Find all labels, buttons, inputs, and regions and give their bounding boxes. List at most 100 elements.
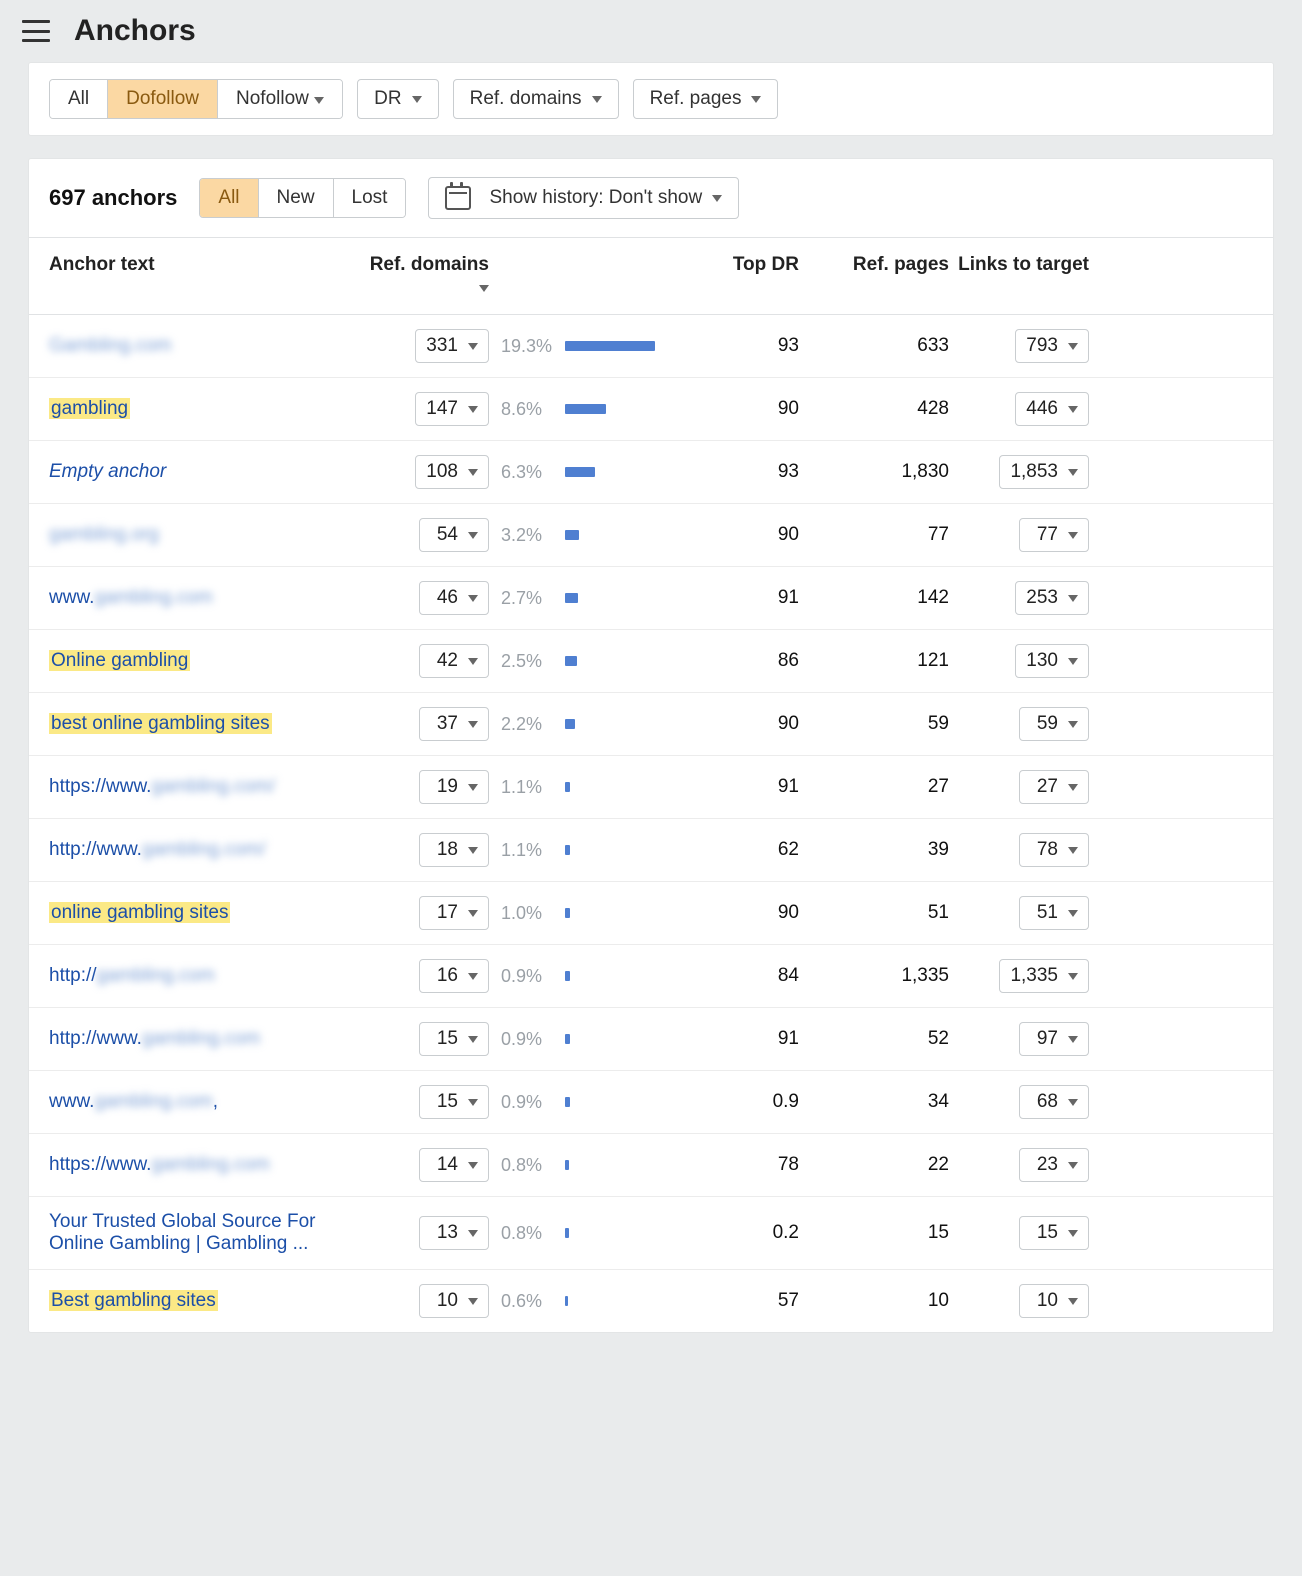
bar-track: [565, 404, 655, 414]
anchor-cell[interactable]: online gambling sites: [49, 902, 359, 924]
links-dropdown[interactable]: 78: [1019, 833, 1089, 867]
anchor-cell[interactable]: http://www.gambling.com: [49, 1028, 359, 1050]
links-dropdown[interactable]: 59: [1019, 707, 1089, 741]
anchor-cell[interactable]: gambling.org: [49, 524, 359, 546]
refdomains-dropdown[interactable]: 18: [419, 833, 489, 867]
links-dropdown[interactable]: 77: [1019, 518, 1089, 552]
refdomains-dropdown[interactable]: 17: [419, 896, 489, 930]
links-dropdown[interactable]: 27: [1019, 770, 1089, 804]
refdomains-percent: 1.1%: [501, 777, 561, 798]
refdomains-dropdown[interactable]: 14: [419, 1148, 489, 1182]
refdomains-dropdown[interactable]: 16: [419, 959, 489, 993]
follow-nofollow[interactable]: Nofollow: [218, 80, 342, 118]
follow-all[interactable]: All: [50, 80, 108, 118]
links-dropdown[interactable]: 10: [1019, 1284, 1089, 1318]
anchor-cell[interactable]: https://www.gambling.com: [49, 1154, 359, 1176]
topdr-value: 93: [679, 335, 799, 357]
table-row: Empty anchor1086.3%931,8301,853: [29, 441, 1273, 504]
status-all[interactable]: All: [200, 179, 258, 217]
col-refpages[interactable]: Ref. pages: [799, 254, 949, 298]
anchor-text: gambling.com: [142, 1028, 260, 1049]
dr-filter[interactable]: DR: [357, 79, 438, 119]
refdomains-dropdown[interactable]: 19: [419, 770, 489, 804]
links-dropdown[interactable]: 1,853: [999, 455, 1089, 489]
refdomains-percent: 19.3%: [501, 336, 561, 357]
anchor-cell[interactable]: www.gambling.com,: [49, 1091, 359, 1113]
refdomains-filter[interactable]: Ref. domains: [453, 79, 619, 119]
chevron-down-icon: [468, 721, 478, 728]
anchor-cell[interactable]: http://gambling.com: [49, 965, 359, 987]
bar-cell: 0.8%: [489, 1223, 679, 1244]
anchor-cell[interactable]: gambling: [49, 398, 359, 420]
anchor-cell[interactable]: https://www.gambling.com/: [49, 776, 359, 798]
refdomains-cell: 15: [359, 1022, 489, 1056]
refdomains-dropdown[interactable]: 147: [415, 392, 489, 426]
refpages-value: 142: [799, 587, 949, 609]
links-dropdown[interactable]: 793: [1015, 329, 1089, 363]
history-dropdown[interactable]: Show history: Don't show: [428, 177, 739, 219]
status-lost[interactable]: Lost: [334, 179, 406, 217]
chevron-down-icon: [712, 195, 722, 202]
refdomains-dropdown[interactable]: 10: [419, 1284, 489, 1318]
chevron-down-icon: [412, 96, 422, 103]
bar-cell: 1.0%: [489, 903, 679, 924]
topdr-value: 0.9: [679, 1091, 799, 1113]
links-dropdown[interactable]: 446: [1015, 392, 1089, 426]
anchor-cell[interactable]: Gambling.com: [49, 335, 359, 357]
topdr-value: 91: [679, 1028, 799, 1050]
table-row: https://www.gambling.com140.8%782223: [29, 1134, 1273, 1197]
refpages-value: 1,830: [799, 461, 949, 483]
links-dropdown[interactable]: 68: [1019, 1085, 1089, 1119]
anchor-cell[interactable]: http://www.gambling.com/: [49, 839, 359, 861]
refpages-filter[interactable]: Ref. pages: [633, 79, 779, 119]
refdomains-percent: 2.2%: [501, 714, 561, 735]
col-links[interactable]: Links to target: [949, 254, 1089, 298]
refdomains-value: 54: [437, 524, 458, 546]
anchor-cell[interactable]: Online gambling: [49, 650, 359, 672]
bar-fill: [565, 1296, 568, 1306]
anchor-count: 697 anchors: [49, 185, 177, 211]
anchor-cell[interactable]: www.gambling.com: [49, 587, 359, 609]
refdomains-cell: 331: [359, 329, 489, 363]
bar-track: [565, 845, 655, 855]
topdr-value: 91: [679, 587, 799, 609]
bar-cell: 1.1%: [489, 777, 679, 798]
refdomains-dropdown[interactable]: 46: [419, 581, 489, 615]
status-new[interactable]: New: [259, 179, 334, 217]
follow-dofollow[interactable]: Dofollow: [108, 80, 218, 118]
refpages-value: 633: [799, 335, 949, 357]
history-label: Show history: Don't show: [489, 187, 702, 209]
anchor-cell[interactable]: Best gambling sites: [49, 1290, 359, 1312]
links-cell: 59: [949, 707, 1089, 741]
refdomains-dropdown[interactable]: 13: [419, 1216, 489, 1250]
links-dropdown[interactable]: 23: [1019, 1148, 1089, 1182]
refdomains-dropdown[interactable]: 15: [419, 1085, 489, 1119]
refdomains-dropdown[interactable]: 42: [419, 644, 489, 678]
col-anchor[interactable]: Anchor text: [49, 254, 359, 298]
links-dropdown[interactable]: 253: [1015, 581, 1089, 615]
col-refdomains[interactable]: Ref. domains: [359, 254, 489, 298]
links-dropdown[interactable]: 15: [1019, 1216, 1089, 1250]
chevron-down-icon: [1068, 532, 1078, 539]
dr-filter-label: DR: [374, 88, 401, 110]
refdomains-dropdown[interactable]: 331: [415, 329, 489, 363]
refdomains-value: 108: [426, 461, 458, 483]
links-dropdown[interactable]: 97: [1019, 1022, 1089, 1056]
refdomains-dropdown[interactable]: 15: [419, 1022, 489, 1056]
links-dropdown[interactable]: 130: [1015, 644, 1089, 678]
refdomains-dropdown[interactable]: 37: [419, 707, 489, 741]
col-topdr[interactable]: Top DR: [679, 254, 799, 298]
links-dropdown[interactable]: 51: [1019, 896, 1089, 930]
menu-icon[interactable]: [22, 20, 50, 42]
refdomains-dropdown[interactable]: 108: [415, 455, 489, 489]
anchor-cell[interactable]: Your Trusted Global Source For Online Ga…: [49, 1211, 359, 1255]
refdomains-percent: 6.3%: [501, 462, 561, 483]
links-cell: 23: [949, 1148, 1089, 1182]
chevron-down-icon: [1068, 1036, 1078, 1043]
chevron-down-icon: [1068, 973, 1078, 980]
chevron-down-icon: [468, 1230, 478, 1237]
refdomains-dropdown[interactable]: 54: [419, 518, 489, 552]
anchor-cell[interactable]: Empty anchor: [49, 461, 359, 483]
anchor-cell[interactable]: best online gambling sites: [49, 713, 359, 735]
links-dropdown[interactable]: 1,335: [999, 959, 1089, 993]
